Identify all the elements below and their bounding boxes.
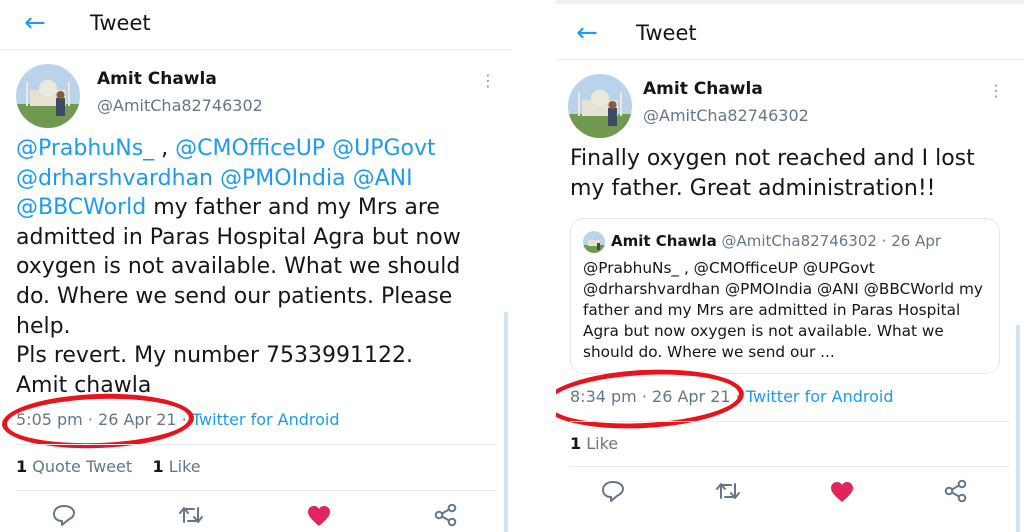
- share-icon[interactable]: [433, 503, 459, 527]
- tweet-body-line-2: Pls revert. My number 7533991122.: [16, 343, 413, 369]
- quote-handle-date: @AmitCha82746302 · 26 Apr: [721, 232, 942, 250]
- author-handle[interactable]: @AmitCha82746302: [643, 106, 809, 125]
- mention-cmofficeup[interactable]: @CMOfficeUP: [175, 136, 325, 161]
- author-name[interactable]: Amit Chawla: [643, 79, 763, 99]
- tweet-source[interactable]: Twitter for Android: [192, 410, 340, 429]
- like-stat[interactable]: 1 Like: [570, 434, 618, 453]
- header-title: Tweet: [636, 21, 697, 45]
- divider: [570, 466, 1010, 467]
- tweet-header: ← Tweet: [0, 0, 512, 50]
- quote-author-name: Amit Chawla: [611, 232, 717, 250]
- tweet-text: @PrabhuNs_ , @CMOfficeUP @UPGovt @drhars…: [16, 134, 496, 400]
- author-name[interactable]: Amit Chawla: [97, 69, 217, 89]
- like-stat[interactable]: 1 Like: [152, 457, 200, 476]
- avatar[interactable]: [16, 64, 80, 128]
- tweet-stats: 1 Like: [570, 434, 618, 453]
- mention-prabhuns[interactable]: @PrabhuNs_: [16, 136, 154, 161]
- author-handle[interactable]: @AmitCha82746302: [97, 96, 263, 115]
- tweet-source[interactable]: Twitter for Android: [746, 387, 894, 406]
- quoted-tweet[interactable]: Amit Chawla @AmitCha82746302 · 26 Apr @P…: [570, 218, 1000, 374]
- quote-avatar: [583, 231, 605, 253]
- heart-icon[interactable]: [829, 480, 855, 504]
- heart-icon[interactable]: [306, 504, 332, 528]
- like-count: 1: [152, 457, 164, 476]
- tweet-text: Finally oxygen not reached and I lost my…: [570, 146, 975, 201]
- quote-tweet-stat[interactable]: 1 Quote Tweet: [16, 457, 132, 476]
- back-arrow-icon[interactable]: ←: [24, 10, 46, 36]
- mention-drharshvardhan[interactable]: @drharshvardhan: [16, 166, 213, 191]
- quote-text: @PrabhuNs_ , @CMOfficeUP @UPGovt @drhars…: [583, 259, 983, 361]
- quote-avatar-photo: [583, 231, 605, 253]
- reply-icon[interactable]: [51, 503, 77, 527]
- mention-bbcworld[interactable]: @BBCWorld: [16, 195, 146, 220]
- tweet-separator: ,: [154, 136, 176, 161]
- divider: [570, 421, 1010, 422]
- like-count: 1: [570, 434, 582, 453]
- quote-count: 1: [16, 457, 28, 476]
- annotation-circle: [556, 364, 746, 434]
- reply-icon[interactable]: [600, 479, 626, 503]
- more-vertical-icon[interactable]: ⋮: [480, 73, 496, 89]
- quote-label: Quote Tweet: [32, 457, 133, 476]
- divider: [16, 490, 496, 491]
- right-edge-line: [504, 312, 508, 532]
- retweet-icon[interactable]: [178, 503, 204, 527]
- more-vertical-icon[interactable]: ⋮: [988, 83, 1004, 99]
- like-label: Like: [168, 457, 201, 476]
- status-strip: [556, 0, 1024, 4]
- mention-upgovt[interactable]: @UPGovt: [332, 136, 436, 161]
- divider: [16, 444, 496, 445]
- quote-header: Amit Chawla @AmitCha82746302 · 26 Apr: [611, 232, 941, 250]
- left-screenshot: ← Tweet Amit Chawla @AmitCha82746302 ⋮ @…: [0, 0, 512, 532]
- right-edge-line: [1016, 325, 1020, 532]
- header-title: Tweet: [90, 11, 151, 35]
- right-screenshot: ← Tweet Amit Chawla @AmitCha82746302 ⋮ F…: [556, 0, 1024, 532]
- share-icon[interactable]: [943, 479, 969, 503]
- mention-pmoindia[interactable]: @PMOIndia: [220, 166, 346, 191]
- avatar[interactable]: [568, 74, 632, 138]
- avatar-photo: [16, 64, 80, 128]
- tweet-header: ← Tweet: [556, 10, 1024, 60]
- avatar-photo: [568, 74, 632, 138]
- retweet-icon[interactable]: [715, 479, 741, 503]
- tweet-stats: 1 Quote Tweet 1 Like: [16, 457, 201, 476]
- mention-ani[interactable]: @ANI: [353, 166, 413, 191]
- back-arrow-icon[interactable]: ←: [576, 20, 598, 46]
- like-label: Like: [586, 434, 619, 453]
